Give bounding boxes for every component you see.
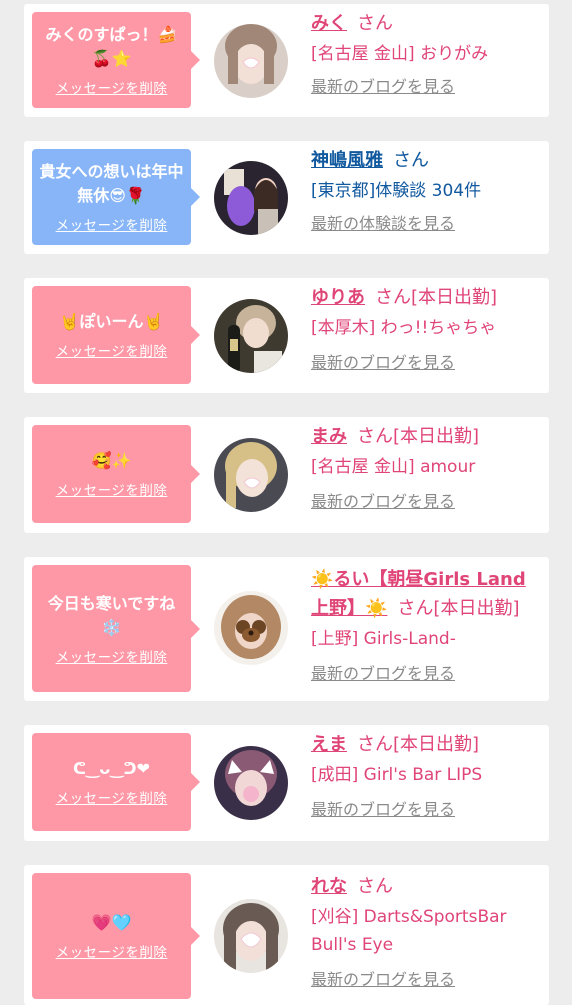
latest-review-link[interactable]: 最新の体験談を見る	[311, 213, 543, 235]
delete-message-button[interactable]: メッセージを削除	[38, 77, 185, 97]
status-badge: [本日出勤]	[433, 598, 520, 619]
honorific: さん	[357, 426, 393, 447]
message-bubble: 💗🩵 メッセージを削除	[32, 873, 200, 999]
delete-message-button[interactable]: メッセージを削除	[38, 646, 185, 666]
latest-blog-link[interactable]: 最新のブログを見る	[311, 799, 543, 821]
user-name-link[interactable]: 神嶋風雅	[311, 150, 383, 171]
avatar[interactable]	[214, 161, 288, 235]
user-area: [名古屋 金山] おりがみ	[311, 44, 489, 64]
avatar[interactable]	[214, 299, 288, 373]
honorific: さん	[393, 150, 429, 171]
user-name-link[interactable]: れな	[311, 876, 347, 897]
status-badge: [本日出勤]	[393, 734, 480, 755]
user-area: [刈谷] Darts&SportsBar Bull's Eye	[311, 907, 507, 955]
message-list: みくのすぱっ！🍰 🍒⭐ メッセージを削除 みく さん [名古屋 金山] おりがみ …	[0, 0, 572, 1005]
status-badge: [本日出勤]	[411, 287, 498, 308]
delete-message-button[interactable]: メッセージを削除	[38, 941, 185, 961]
latest-blog-link[interactable]: 最新のブログを見る	[311, 491, 543, 513]
avatar[interactable]	[214, 24, 288, 98]
message-bubble: 今日も寒いですね❄️ メッセージを削除	[32, 565, 200, 692]
list-item: 🤘ぽいーん🤘 メッセージを削除 ゆりあ さん[本日出勤] [本厚木] わっ!!ちゃ…	[24, 278, 549, 393]
avatar[interactable]	[214, 746, 288, 820]
message-text: 今日も寒いですね❄️	[47, 593, 176, 637]
honorific: さん	[357, 876, 393, 897]
user-area: [名古屋 金山] amour	[311, 457, 476, 477]
user-name-link[interactable]: ゆりあ	[311, 287, 365, 308]
message-text: 貴女への想いは年中無休😎🌹	[39, 162, 184, 205]
user-info: ゆりあ さん[本日出勤] [本厚木] わっ!!ちゃちゃ 最新のブログを見る	[311, 284, 543, 374]
user-info: まみ さん[本日出勤] [名古屋 金山] amour 最新のブログを見る	[311, 423, 543, 513]
list-item: ᕦ‿ᴗ‿ᕤ❤ メッセージを削除 えま さん[本日出勤] [成田] Girl's B…	[24, 725, 549, 841]
user-area: [成田] Girl's Bar LIPS	[311, 765, 483, 785]
delete-message-button[interactable]: メッセージを削除	[38, 340, 185, 360]
user-info: れな さん [刈谷] Darts&SportsBar Bull's Eye 最新の…	[311, 873, 543, 991]
message-text: ᕦ‿ᴗ‿ᕤ❤	[73, 759, 150, 778]
user-info: みく さん [名古屋 金山] おりがみ 最新のブログを見る	[311, 10, 543, 98]
delete-message-button[interactable]: メッセージを削除	[38, 214, 185, 234]
message-bubble: みくのすぱっ！🍰 🍒⭐ メッセージを削除	[32, 12, 200, 108]
honorific: さん	[397, 598, 434, 619]
latest-blog-link[interactable]: 最新のブログを見る	[311, 352, 543, 374]
latest-blog-link[interactable]: 最新のブログを見る	[311, 663, 543, 685]
message-bubble: 🤘ぽいーん🤘 メッセージを削除	[32, 286, 200, 384]
delete-message-button[interactable]: メッセージを削除	[38, 787, 185, 807]
message-bubble: 貴女への想いは年中無休😎🌹 メッセージを削除	[32, 149, 200, 245]
list-item: 💗🩵 メッセージを削除 れな さん [刈谷] Darts&SportsBar Bu…	[24, 865, 549, 1005]
status-badge: [本日出勤]	[393, 426, 480, 447]
message-text: 🥰✨	[91, 451, 132, 470]
user-info: えま さん[本日出勤] [成田] Girl's Bar LIPS 最新のブログを見…	[311, 731, 543, 821]
honorific: さん	[375, 287, 411, 308]
delete-message-button[interactable]: メッセージを削除	[38, 479, 185, 499]
latest-blog-link[interactable]: 最新のブログを見る	[311, 969, 543, 991]
list-item: 貴女への想いは年中無休😎🌹 メッセージを削除 神嶋風雅 さん [東京都]体験談 3…	[24, 141, 549, 254]
avatar[interactable]	[214, 899, 288, 973]
avatar[interactable]	[214, 438, 288, 512]
honorific: さん	[357, 13, 393, 34]
user-info: ☀️るい【朝昼Girls Land上野】☀️ さん[本日出勤] [上野] Girl…	[311, 565, 543, 685]
message-bubble: ᕦ‿ᴗ‿ᕤ❤ メッセージを削除	[32, 733, 200, 831]
message-text: みくのすぱっ！🍰 🍒⭐	[45, 25, 178, 68]
user-name-link[interactable]: えま	[311, 734, 347, 755]
user-name-link[interactable]: みく	[311, 13, 347, 34]
user-area: [東京都]体験談 304件	[311, 181, 482, 201]
message-bubble: 🥰✨ メッセージを削除	[32, 425, 200, 523]
list-item: みくのすぱっ！🍰 🍒⭐ メッセージを削除 みく さん [名古屋 金山] おりがみ …	[24, 4, 549, 117]
latest-blog-link[interactable]: 最新のブログを見る	[311, 76, 543, 98]
list-item: 今日も寒いですね❄️ メッセージを削除 ☀️るい【朝昼Girls Land上野】…	[24, 557, 549, 701]
avatar[interactable]	[214, 591, 288, 665]
user-name-link[interactable]: まみ	[311, 426, 347, 447]
user-info: 神嶋風雅 さん [東京都]体験談 304件 最新の体験談を見る	[311, 147, 543, 235]
message-text: 💗🩵	[91, 913, 132, 932]
message-text: 🤘ぽいーん🤘	[59, 312, 164, 331]
honorific: さん	[357, 734, 393, 755]
user-area: [本厚木] わっ!!ちゃちゃ	[311, 318, 497, 338]
user-area: [上野] Girls-Land-	[311, 629, 456, 649]
list-item: 🥰✨ メッセージを削除 まみ さん[本日出勤] [名古屋 金山] amour 最新…	[24, 417, 549, 533]
